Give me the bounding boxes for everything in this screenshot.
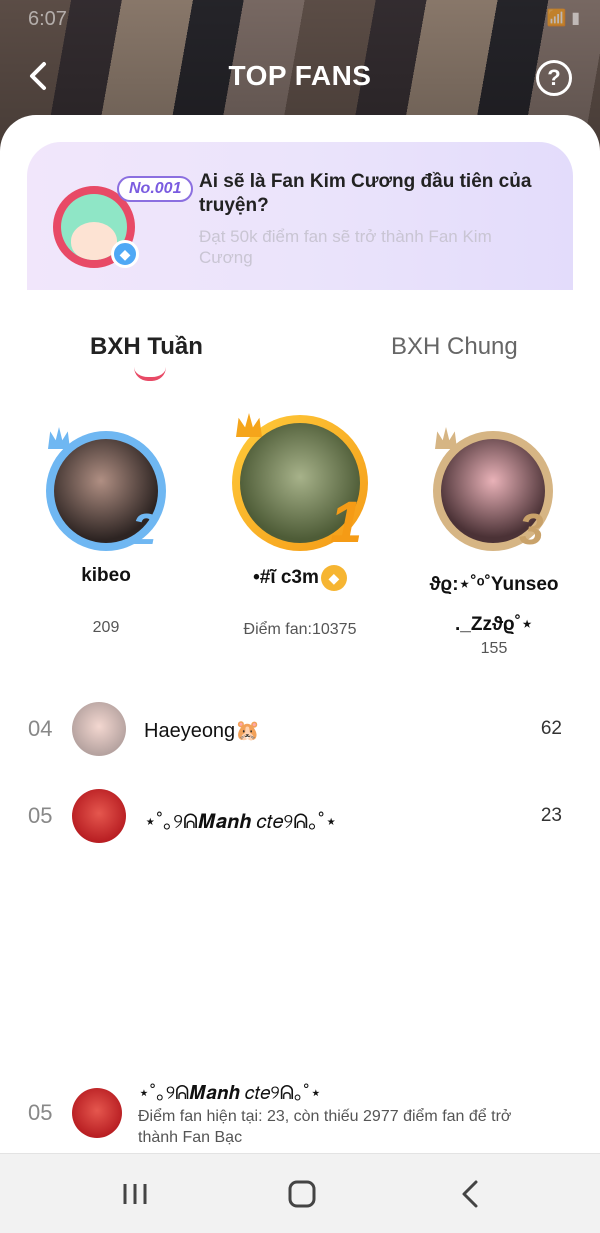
rank-number: 2 bbox=[132, 505, 157, 554]
tab-indicator bbox=[134, 367, 166, 381]
avatar bbox=[72, 702, 126, 756]
help-button[interactable]: ? bbox=[536, 60, 572, 96]
chevron-left-icon bbox=[462, 1180, 478, 1208]
fan-name: •#ῖ c3m bbox=[253, 567, 319, 589]
crown-icon bbox=[435, 427, 457, 449]
rank-number: 05 bbox=[28, 803, 53, 828]
crown-icon bbox=[48, 427, 70, 449]
page-title: TOP FANS bbox=[228, 60, 372, 91]
coin-icon: ◆ bbox=[320, 565, 347, 591]
list-item[interactable]: 05 ⋆˚｡୨ᕱ𝑴𝒂𝒏𝒉 𝑐𝑡𝑒୨ᕱ｡˚⋆ 23 bbox=[0, 787, 600, 847]
my-progress-text: Điểm fan hiện tại: 23, còn thiếu 2977 đi… bbox=[138, 1108, 512, 1146]
fan-score: 62 bbox=[540, 718, 562, 739]
fan-name: ϑϱ:⋆˚ᵒ˚Yunseo ._Zzϑϱ˚⋆ bbox=[429, 574, 559, 635]
fan-score: Điểm fan:10375 bbox=[243, 621, 357, 638]
banner-subtitle: Đạt 50k điểm fan sẽ trở thành Fan Kim Cư… bbox=[199, 227, 492, 267]
question-icon: ? bbox=[547, 65, 561, 90]
system-back-button[interactable] bbox=[452, 1174, 492, 1214]
avatar bbox=[72, 789, 126, 843]
recent-apps-icon bbox=[123, 1184, 147, 1204]
fan-name: ⋆˚｡୨ᕱ𝑴𝒂𝒏𝒉 𝑐𝑡𝑒୨ᕱ｡˚⋆ bbox=[144, 811, 338, 833]
tab-weekly[interactable]: BXH Tuần bbox=[90, 333, 203, 361]
fan-score: 23 bbox=[540, 805, 562, 826]
avatar bbox=[72, 1088, 122, 1138]
crown-icon bbox=[236, 413, 262, 437]
main-sheet: ◆ No.001 Ai sẽ là Fan Kim Cương đầu tiên… bbox=[0, 115, 600, 1155]
list-item[interactable]: 04 Haeyeong🐹 62 bbox=[0, 700, 600, 760]
recent-apps-button[interactable] bbox=[115, 1174, 155, 1214]
fan-score: 209 bbox=[92, 619, 120, 636]
rank-number: 1 bbox=[330, 490, 363, 555]
fan-score: 155 bbox=[480, 640, 508, 657]
rank-number: 05 bbox=[28, 1100, 53, 1125]
fan-name: kibeo bbox=[81, 565, 131, 586]
rank-number: 3 bbox=[519, 505, 544, 554]
tab-overall[interactable]: BXH Chung bbox=[391, 333, 518, 361]
banner-title: Ai sẽ là Fan Kim Cương đầu tiên của truy… bbox=[199, 171, 532, 216]
home-button[interactable] bbox=[282, 1174, 322, 1214]
diamond-fan-banner[interactable]: ◆ No.001 Ai sẽ là Fan Kim Cương đầu tiên… bbox=[27, 142, 573, 290]
diamond-icon: ◆ bbox=[111, 240, 139, 268]
my-rank-row[interactable]: 05 ⋆˚｡୨ᕱ𝑴𝒂𝒏𝒉 𝑐𝑡𝑒୨ᕱ｡˚⋆ Điểm fan hiện tại:… bbox=[0, 1072, 600, 1152]
rank-badge: No.001 bbox=[117, 176, 194, 202]
fan-name-row: •#ῖ c3m ◆ bbox=[210, 565, 390, 591]
home-icon bbox=[288, 1180, 316, 1208]
status-time: 6:07 bbox=[28, 8, 67, 30]
fan-name: Haeyeong🐹 bbox=[144, 720, 261, 742]
my-name: ⋆˚｡୨ᕱ𝑴𝒂𝒏𝒉 𝑐𝑡𝑒୨ᕱ｡˚⋆ bbox=[138, 1083, 322, 1104]
status-bar: 6:07 📶 ▮ bbox=[28, 8, 580, 32]
status-icons: 📶 ▮ bbox=[546, 10, 580, 27]
rank-number: 04 bbox=[28, 716, 53, 741]
system-navbar bbox=[0, 1153, 600, 1233]
